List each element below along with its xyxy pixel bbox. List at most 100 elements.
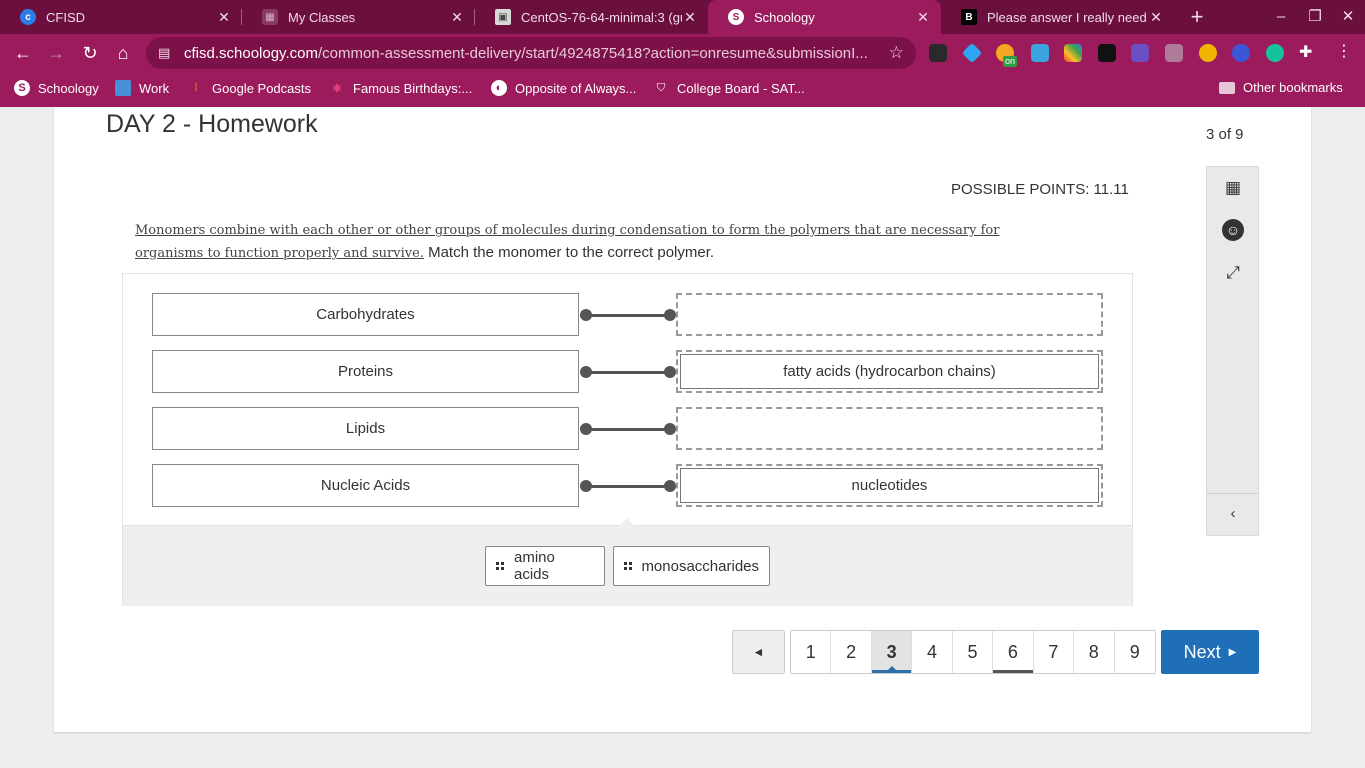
- shield-icon: ⛉: [656, 81, 666, 94]
- assessment-page: DAY 2 - Homework 3 of 9 POSSIBLE POINTS:…: [54, 107, 1311, 732]
- extension-avatar-icon[interactable]: [929, 44, 947, 62]
- match-drop-zone[interactable]: fatty acids (hydrocarbon chains): [676, 350, 1103, 393]
- match-drop-zone[interactable]: nucleotides: [676, 464, 1103, 507]
- extension-cloud-icon[interactable]: [1031, 44, 1049, 62]
- bookmarks-bar: S Schoology Work ⁞ Google Podcasts ✱ Fam…: [0, 72, 1365, 107]
- tab-my-classes[interactable]: ▦ My Classes ✕: [242, 0, 475, 34]
- bookmark-work[interactable]: Work: [115, 80, 169, 96]
- extension-puzzle-color-icon[interactable]: [1064, 44, 1082, 62]
- close-tab-icon[interactable]: ✕: [216, 9, 232, 26]
- next-question-button[interactable]: Next ▶: [1161, 630, 1259, 674]
- cfisd-icon: c: [20, 9, 36, 25]
- virtualbox-icon: ▣: [495, 9, 511, 25]
- match-connector: [580, 423, 676, 435]
- close-tab-icon[interactable]: ✕: [449, 9, 465, 26]
- tab-title: CentOS-76-64-minimal:3 (gue: [521, 9, 682, 25]
- divider: [1207, 493, 1258, 494]
- match-row: Proteins fatty acids (hydrocarbon chains…: [123, 350, 1134, 393]
- bookmark-label: Opposite of Always...: [515, 80, 637, 96]
- back-icon[interactable]: ←: [10, 40, 36, 66]
- tab-title: Please answer I really need he: [987, 9, 1148, 25]
- extension-k-icon[interactable]: [1232, 44, 1250, 62]
- side-tools-panel: ▦ ☺ ⤢ ‹: [1206, 166, 1259, 536]
- page-button-3-current[interactable]: 3: [871, 631, 913, 673]
- play-arrow-icon: ▶: [1228, 646, 1237, 658]
- other-bookmarks-label: Other bookmarks: [1243, 80, 1343, 95]
- other-bookmarks[interactable]: Other bookmarks: [1219, 80, 1343, 95]
- close-tab-icon[interactable]: ✕: [1148, 9, 1164, 26]
- page-button-1[interactable]: 1: [791, 631, 832, 673]
- tab-centos[interactable]: ▣ CentOS-76-64-minimal:3 (gue ✕: [475, 0, 708, 34]
- site-info-icon[interactable]: ▤: [158, 45, 172, 61]
- page-button-9[interactable]: 9: [1115, 631, 1155, 673]
- page-button-7[interactable]: 7: [1034, 631, 1075, 673]
- match-drop-zone[interactable]: [676, 293, 1103, 336]
- match-drop-zone[interactable]: [676, 407, 1103, 450]
- accessibility-icon[interactable]: ☺: [1222, 219, 1244, 241]
- bookmark-google-podcasts[interactable]: ⁞ Google Podcasts: [188, 80, 311, 96]
- match-left-item: Proteins: [152, 350, 579, 393]
- previous-question-button[interactable]: ◄: [732, 630, 785, 674]
- drag-handle-icon: [624, 562, 632, 570]
- collapse-chevron-icon[interactable]: ‹: [1222, 502, 1244, 524]
- page-button-4[interactable]: 4: [912, 631, 953, 673]
- reload-icon[interactable]: ↻: [77, 40, 103, 66]
- url-host: cfisd.schoology.com: [184, 45, 318, 62]
- bookmark-label: Work: [139, 80, 170, 96]
- url-text: cfisd.schoology.com/common-assessment-de…: [184, 45, 874, 62]
- extensions-puzzle-icon[interactable]: ✚: [1299, 44, 1317, 62]
- match-connector: [580, 309, 676, 321]
- extension-files-icon[interactable]: [1165, 44, 1183, 62]
- next-label: Next: [1183, 641, 1221, 662]
- draggable-answer-monosaccharides[interactable]: monosaccharides: [613, 546, 770, 586]
- bookmark-college-board[interactable]: ⛉ College Board - SAT...: [653, 80, 805, 96]
- draggable-answer-amino-acids[interactable]: amino acids: [485, 546, 605, 586]
- extension-a-icon[interactable]: [1098, 44, 1116, 62]
- page-button-5[interactable]: 5: [953, 631, 994, 673]
- podcasts-icon: ⁞: [194, 82, 198, 94]
- answer-bank-pointer: [619, 518, 635, 526]
- close-tab-icon[interactable]: ✕: [915, 9, 931, 26]
- page-button-2[interactable]: 2: [831, 631, 872, 673]
- match-connector: [580, 480, 676, 492]
- new-tab-button[interactable]: +: [1185, 4, 1209, 30]
- address-bar[interactable]: ▤ cfisd.schoology.com/common-assessment-…: [146, 37, 916, 69]
- schoology-icon: S: [728, 9, 744, 25]
- tab-schoology[interactable]: S Schoology ✕: [708, 0, 941, 34]
- question-pagination: 1 2 3 4 5 6 7 8 9: [790, 630, 1156, 674]
- match-left-item: Lipids: [152, 407, 579, 450]
- tab-strip: c CFISD ✕ ▦ My Classes ✕ ▣ CentOS-76-64-…: [0, 0, 1365, 34]
- tab-brainly[interactable]: B Please answer I really need he ✕: [941, 0, 1174, 34]
- bookmark-famous-birthdays[interactable]: ✱ Famous Birthdays:...: [329, 80, 472, 96]
- placed-answer-chip[interactable]: nucleotides: [680, 468, 1099, 503]
- close-window-button[interactable]: ✕: [1331, 0, 1365, 34]
- grammarly-icon[interactable]: [1266, 44, 1284, 62]
- bookmark-opposite-of-always[interactable]: ◐ Opposite of Always...: [491, 80, 636, 96]
- page-button-8[interactable]: 8: [1074, 631, 1115, 673]
- restore-button[interactable]: ❐: [1298, 0, 1332, 34]
- browser-menu-icon[interactable]: ⋮: [1336, 42, 1352, 62]
- question-counter: 3 of 9: [1206, 126, 1244, 143]
- extension-clock-icon[interactable]: [1199, 44, 1217, 62]
- bookmark-star-icon[interactable]: ☆: [889, 43, 904, 63]
- bookmark-label: Famous Birthdays:...: [353, 80, 473, 96]
- fullscreen-icon[interactable]: ⤢: [1222, 262, 1244, 284]
- prompt-instruction: Match the monomer to the correct polymer…: [423, 244, 715, 261]
- bookmark-schoology[interactable]: S Schoology: [14, 80, 99, 96]
- bookmark-label: Schoology: [38, 80, 99, 96]
- placed-answer-chip[interactable]: fatty acids (hydrocarbon chains): [680, 354, 1099, 389]
- folder-icon: [1219, 81, 1235, 94]
- close-tab-icon[interactable]: ✕: [682, 9, 698, 26]
- question-prompt: Monomers combine with each other or othe…: [135, 219, 1055, 265]
- forward-icon[interactable]: →: [43, 40, 69, 66]
- match-left-item: Carbohydrates: [152, 293, 579, 336]
- page-button-6[interactable]: 6: [993, 631, 1034, 673]
- tab-title: CFISD: [46, 9, 85, 25]
- extension-pdf-icon[interactable]: [1131, 44, 1149, 62]
- calculator-icon[interactable]: ▦: [1222, 177, 1244, 199]
- home-icon[interactable]: ⌂: [110, 40, 136, 66]
- drag-handle-icon: [496, 562, 504, 570]
- minimize-button[interactable]: –: [1264, 0, 1298, 34]
- extension-diamond-icon[interactable]: [961, 42, 983, 64]
- tab-cfisd[interactable]: c CFISD ✕: [0, 0, 242, 34]
